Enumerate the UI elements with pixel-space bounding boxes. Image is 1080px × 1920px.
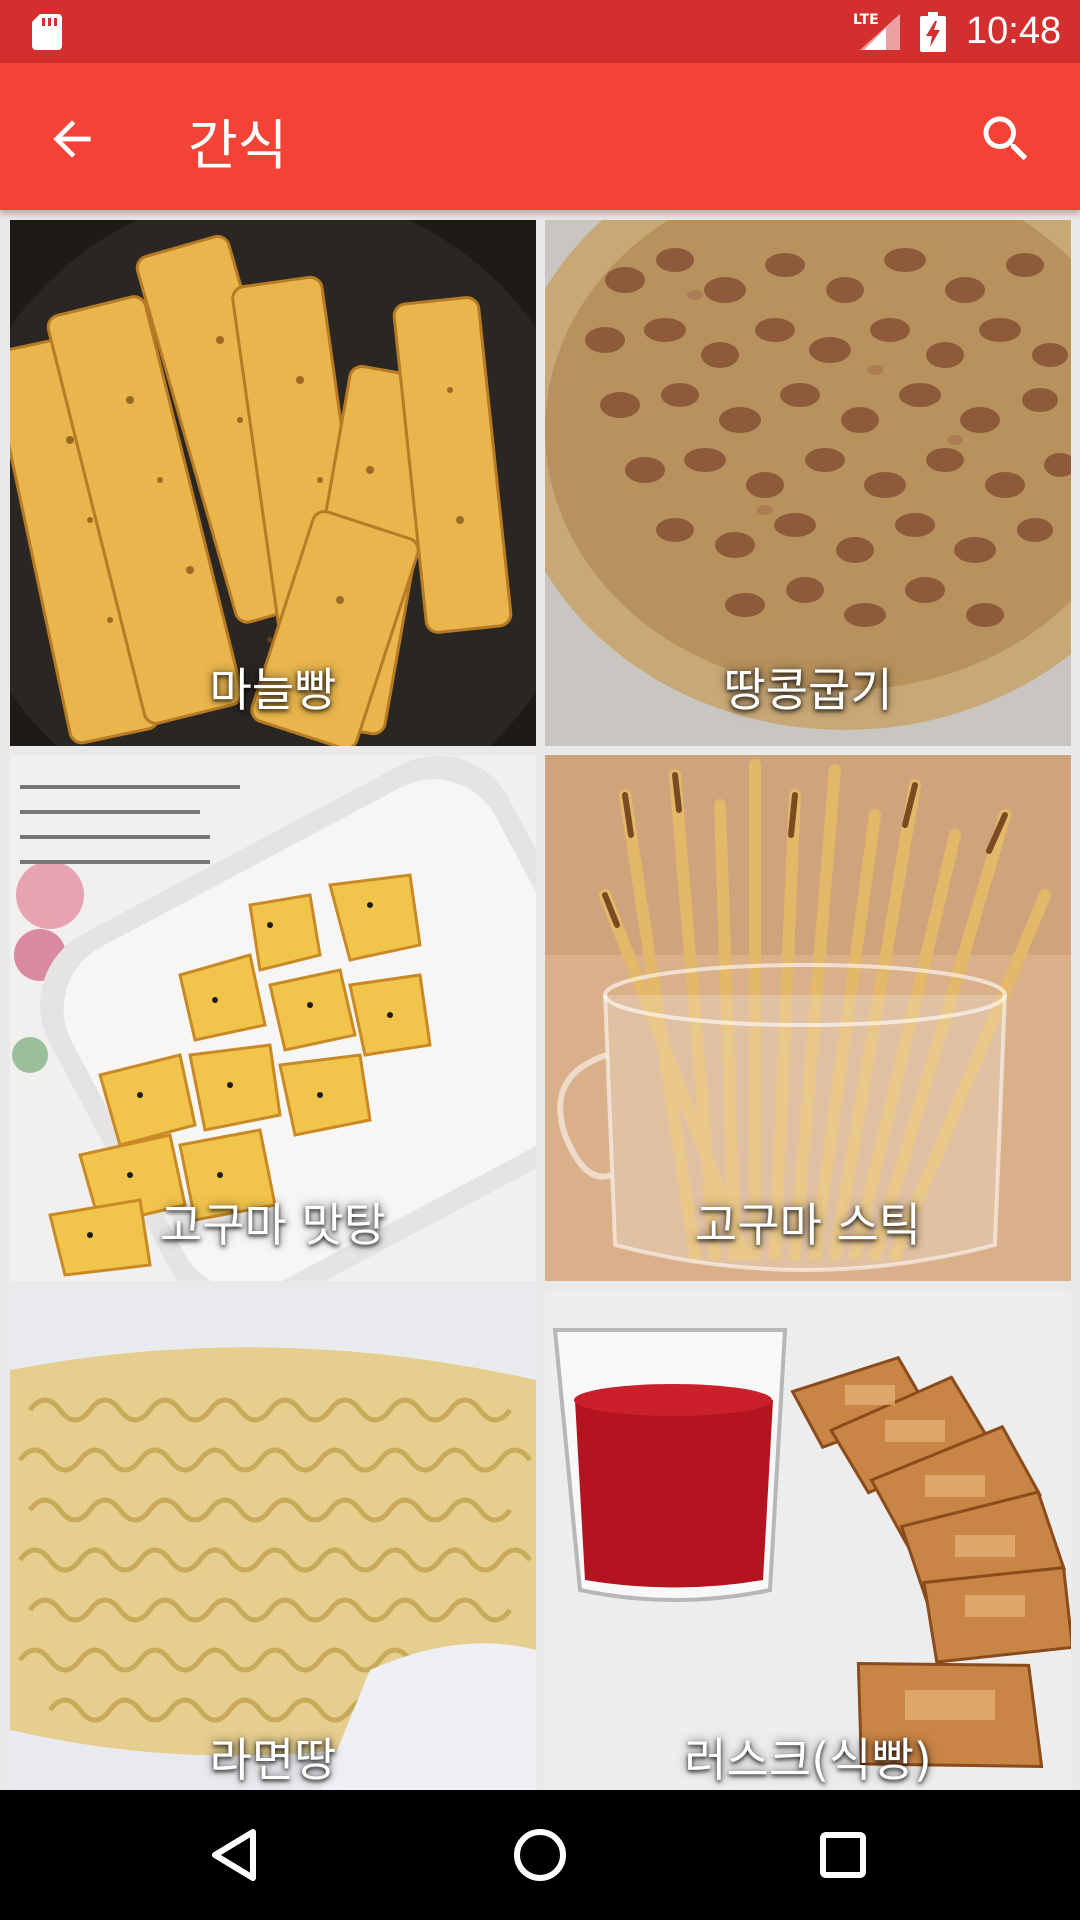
page-title: 간식 — [188, 114, 288, 177]
grid-item-label: 러스크(식빵) — [684, 1733, 932, 1787]
navigation-bar — [0, 1790, 1080, 1920]
snack-grid: 마늘빵 땅콩굽기 고구마 맛탕 고구마 스틱 라면땅 러스크(식빵) — [0, 210, 1080, 1790]
search-icon[interactable] — [976, 109, 1036, 169]
grid-item-sweet-potato-sticks[interactable]: 고구마 스틱 — [545, 755, 1071, 1281]
rusk-image — [545, 1290, 1071, 1790]
grid-item-garlic-bread[interactable]: 마늘빵 — [10, 220, 536, 746]
grid-item-label: 라면땅 — [209, 1733, 337, 1787]
recents-square-icon[interactable] — [808, 1820, 878, 1890]
status-bar: LTE 10:48 — [0, 0, 1080, 63]
grid-item-label: 고구마 스틱 — [694, 1198, 922, 1252]
battery-charging-icon — [920, 12, 946, 52]
ramen-snack-image — [10, 1290, 536, 1790]
back-triangle-icon[interactable] — [201, 1820, 271, 1890]
grid-item-label: 고구마 맛탕 — [159, 1198, 387, 1252]
arrow-back-icon[interactable] — [44, 111, 100, 167]
sd-card-icon — [32, 14, 62, 50]
app-bar: 간식 — [0, 63, 1080, 210]
grid-item-candied-sweet-potato[interactable]: 고구마 맛탕 — [10, 755, 536, 1281]
grid-item-label: 땅콩굽기 — [723, 663, 893, 717]
home-circle-icon[interactable] — [505, 1820, 575, 1890]
grid-item-roasted-peanuts[interactable]: 땅콩굽기 — [545, 220, 1071, 746]
grid-item-label: 마늘빵 — [209, 663, 337, 717]
grid-item-rusk[interactable]: 러스크(식빵) — [545, 1290, 1071, 1790]
status-time: 10:48 — [966, 10, 1062, 52]
signal-icon — [860, 14, 900, 50]
grid-item-ramen-snack[interactable]: 라면땅 — [10, 1290, 536, 1790]
